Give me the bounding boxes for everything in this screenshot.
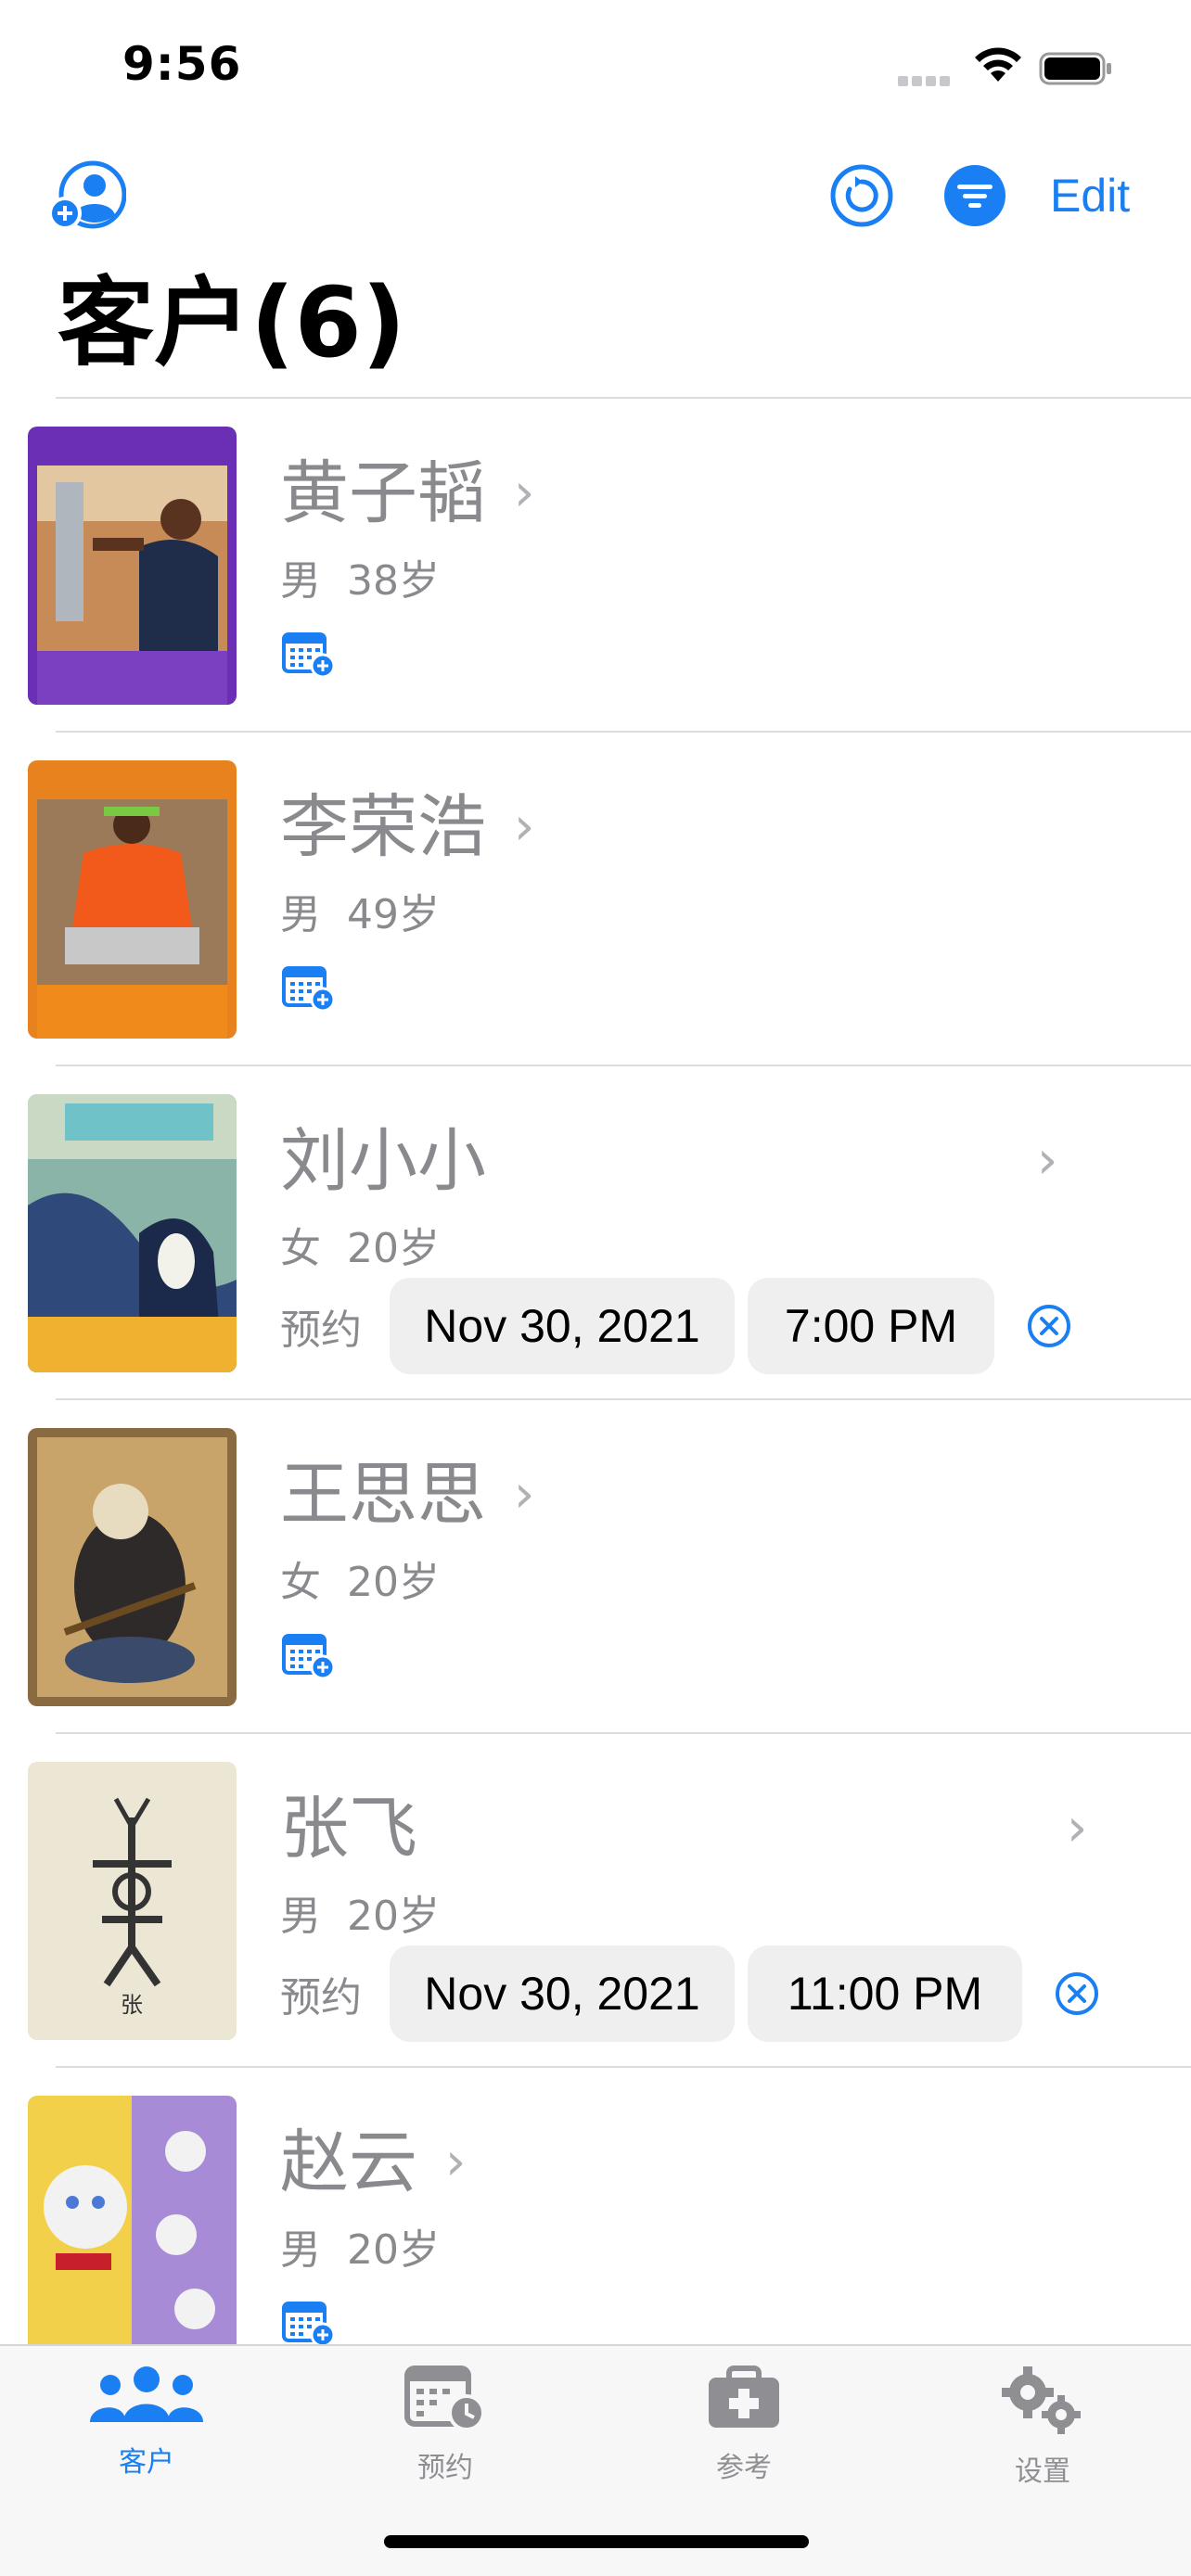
appointment-date-picker[interactable]: Nov 30, 2021 (390, 1278, 735, 1374)
tab-customers[interactable]: 客户 (54, 2365, 239, 2480)
page-title: 客户(6) (58, 266, 406, 379)
status-bar: 9:56 (0, 0, 1191, 130)
clear-appointment-icon[interactable] (1054, 1970, 1100, 2017)
chevron-right-icon: › (514, 1464, 535, 1524)
people-icon (90, 2366, 203, 2422)
photo-caption: 张 (121, 1992, 143, 2018)
chevron-right-icon: › (1067, 1798, 1088, 1858)
customer-name: 王思思 (280, 1455, 486, 1535)
tab-label: 设置 (1015, 2455, 1070, 2488)
appointment-time-picker[interactable]: 11:00 PM (748, 1945, 1022, 2042)
chevron-right-icon: › (445, 2132, 467, 2192)
home-indicator[interactable] (384, 2535, 809, 2548)
person-add-icon (48, 160, 126, 230)
add-appointment-icon[interactable] (282, 631, 336, 679)
customer-row[interactable]: 刘小小 › 女 20岁 预约 Nov 30, 2021 7:00 PM (0, 1066, 1191, 1400)
customer-gender: 男 (280, 1893, 321, 1940)
appointment-label: 预约 (280, 1307, 362, 1354)
customer-name: 李荣浩 (280, 787, 486, 867)
cellular-signal-icon (898, 72, 957, 86)
calendar-clock-icon (404, 2366, 485, 2431)
medical-kit-icon (709, 2366, 779, 2428)
add-customer-button[interactable] (48, 158, 126, 236)
tab-appointments[interactable]: 预约 (352, 2365, 538, 2485)
customer-photo (28, 1094, 237, 1372)
customer-row[interactable]: 张 张飞 › 男 20岁 预约 Nov 30, 2021 11:00 PM (0, 1734, 1191, 2068)
customer-row[interactable]: 王思思 › 女 20岁 (0, 1400, 1191, 1734)
tab-label: 预约 (417, 2452, 473, 2484)
refresh-button[interactable] (829, 163, 894, 228)
customer-name: 张飞 (280, 1789, 417, 1868)
chevron-right-icon: › (1037, 1130, 1058, 1191)
customer-row[interactable]: 李荣浩 › 男 49岁 (0, 733, 1191, 1066)
add-appointment-icon[interactable] (282, 964, 336, 1013)
battery-icon (1039, 52, 1111, 85)
add-appointment-icon[interactable] (282, 2300, 336, 2348)
clear-appointment-icon[interactable] (1026, 1303, 1072, 1349)
customer-row[interactable]: 黄子韬 › 男 38岁 (0, 399, 1191, 733)
customer-photo (28, 760, 237, 1039)
customer-gender: 女 (280, 1559, 321, 1606)
customer-name: 刘小小 (280, 1121, 486, 1201)
customer-age: 20岁 (347, 1559, 440, 1606)
customer-age: 49岁 (347, 891, 440, 938)
chevron-right-icon: › (514, 797, 535, 857)
refresh-icon (830, 164, 893, 227)
tab-label: 客户 (119, 2446, 174, 2479)
appointment-row: 预约 Nov 30, 2021 11:00 PM (280, 1945, 1100, 2042)
customer-name: 黄子韬 (280, 453, 486, 533)
status-time: 9:56 (122, 37, 242, 91)
customer-name: 赵云 (280, 2123, 417, 2202)
customer-gender: 男 (280, 557, 321, 605)
customer-age: 20岁 (347, 2226, 440, 2274)
appointment-time-picker[interactable]: 7:00 PM (748, 1278, 994, 1374)
navigation-bar: Edit (0, 148, 1191, 241)
tab-reference[interactable]: 参考 (651, 2365, 837, 2485)
edit-button[interactable]: Edit (1050, 165, 1130, 226)
tab-settings[interactable]: 设置 (950, 2365, 1135, 2489)
appointment-date-picker[interactable]: Nov 30, 2021 (390, 1945, 735, 2042)
wifi-icon (975, 47, 1021, 82)
customer-photo: 张 (28, 1762, 237, 2040)
filter-button[interactable] (942, 163, 1007, 228)
customer-gender: 男 (280, 891, 321, 938)
gears-icon (1002, 2366, 1081, 2434)
customer-photo (28, 1428, 237, 1706)
customer-gender: 男 (280, 2226, 321, 2274)
appointment-label: 预约 (280, 1974, 362, 2021)
tab-label: 参考 (716, 2452, 772, 2484)
appointment-row: 预约 Nov 30, 2021 7:00 PM (280, 1278, 1072, 1374)
customer-age: 20岁 (347, 1893, 440, 1940)
customer-age: 20岁 (347, 1225, 440, 1272)
chevron-right-icon: › (514, 463, 535, 523)
add-appointment-icon[interactable] (282, 1632, 336, 1680)
customer-photo (28, 427, 237, 705)
filter-icon (944, 165, 1005, 226)
customer-photo (28, 2096, 237, 2374)
customer-gender: 女 (280, 1225, 321, 1272)
customer-age: 38岁 (347, 557, 440, 605)
